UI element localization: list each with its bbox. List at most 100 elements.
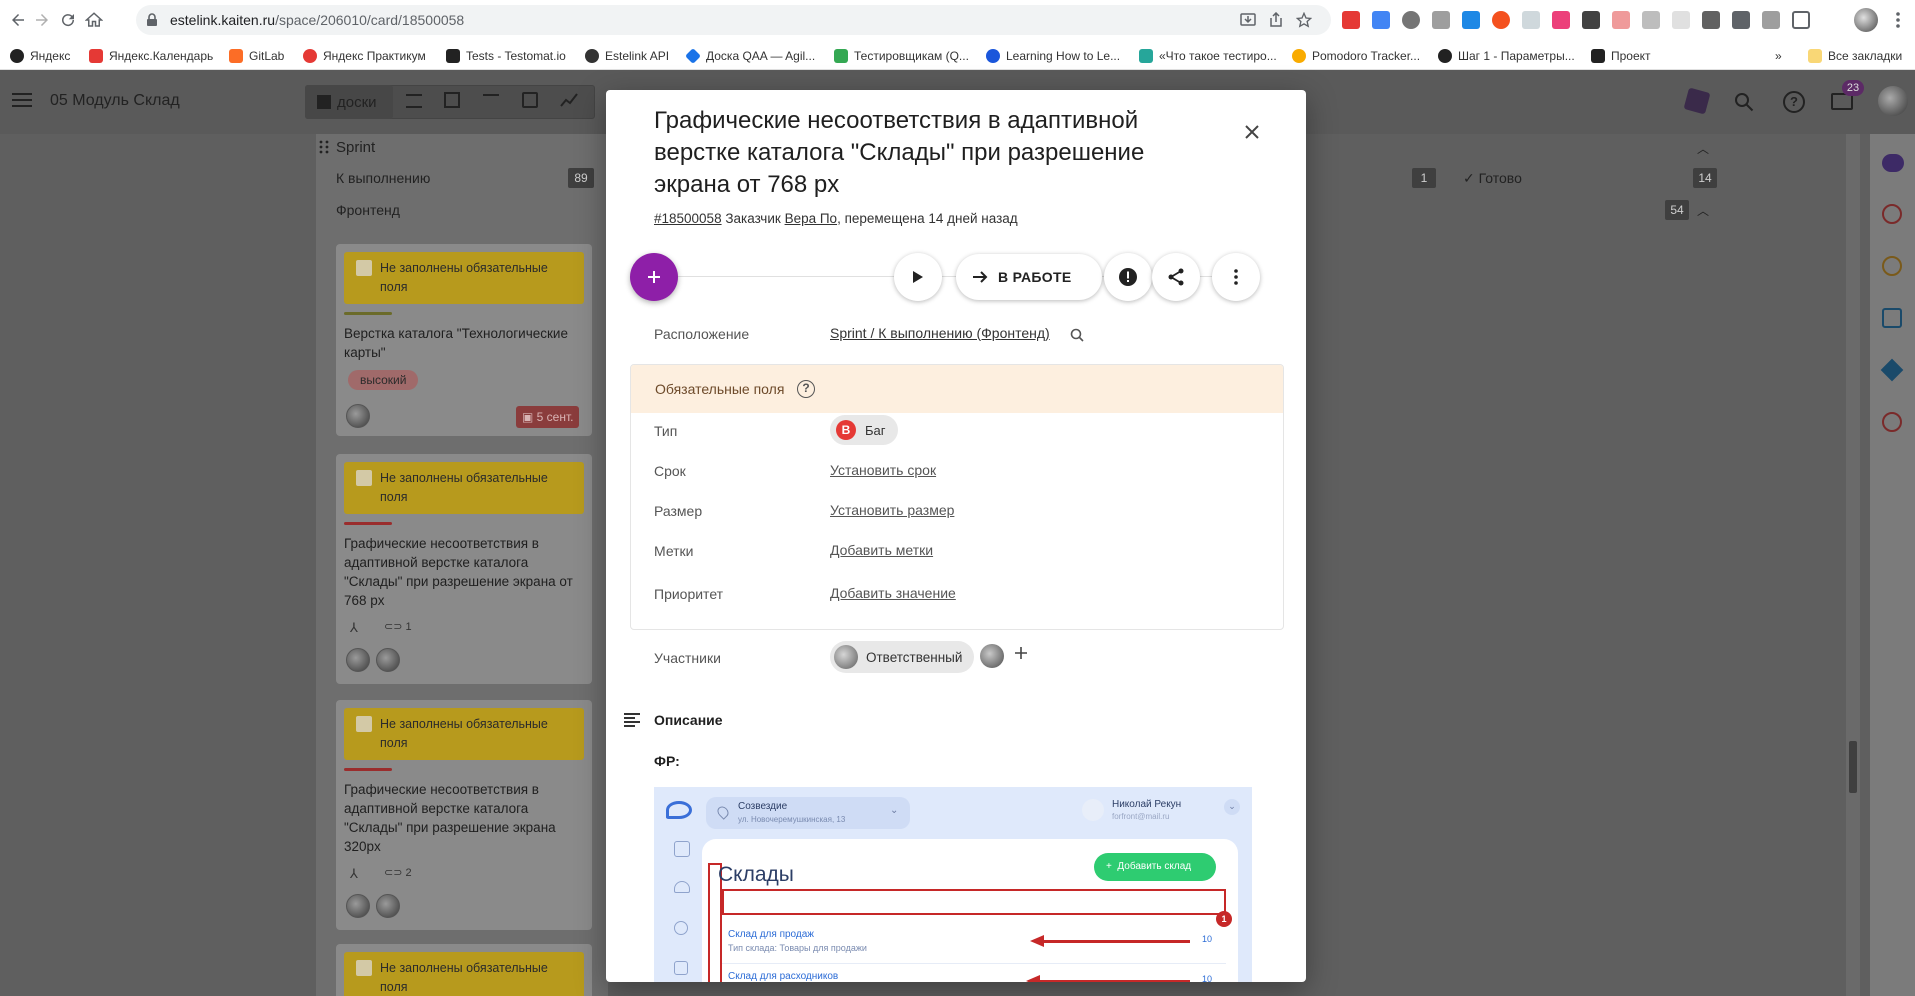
table-view-icon[interactable]	[444, 92, 460, 108]
address-bar[interactable]: estelink.kaiten.ru/space/206010/card/185…	[136, 5, 1331, 35]
check-icon: ✓	[1463, 170, 1479, 186]
annotation-arrowhead	[1026, 975, 1040, 982]
status-button[interactable]: В РАБОТЕ	[956, 254, 1102, 300]
bookmark-item[interactable]: Проект	[1591, 47, 1651, 65]
forward-icon[interactable]	[30, 8, 54, 32]
type-chip[interactable]: B Баг	[830, 415, 898, 445]
automation-icon[interactable]	[1880, 358, 1904, 382]
bookmark-item[interactable]: Learning How to Le...	[986, 47, 1120, 65]
members-icon[interactable]	[1882, 154, 1904, 172]
chrome-menu-icon[interactable]	[1886, 8, 1910, 32]
report-view-icon[interactable]	[560, 92, 578, 108]
color-extension-icon[interactable]	[1492, 11, 1510, 29]
extension-icon[interactable]	[1432, 11, 1450, 29]
annotation-arrow	[1038, 980, 1190, 982]
all-bookmarks[interactable]: Все закладки	[1808, 47, 1902, 65]
record-extension-icon[interactable]	[1402, 11, 1420, 29]
card-title: Графические несоответствия в адаптивной …	[344, 782, 556, 854]
timeline-view-icon[interactable]	[483, 94, 499, 106]
adblock-extension-icon[interactable]	[1342, 11, 1360, 29]
bookmark-favicon	[10, 49, 24, 63]
card-id-link[interactable]: #18500058	[654, 211, 722, 226]
add-participant-icon[interactable]	[1014, 646, 1028, 660]
sprint-label: Sprint	[336, 139, 376, 156]
play-button[interactable]	[894, 253, 942, 301]
reload-icon[interactable]	[56, 8, 80, 32]
search-icon[interactable]	[1070, 328, 1084, 342]
install-icon[interactable]	[1240, 12, 1256, 28]
customer-link[interactable]: Вера По	[785, 211, 838, 226]
drag-handle-icon[interactable]	[319, 140, 329, 154]
add-button[interactable]	[630, 253, 678, 301]
bookmark-item[interactable]: Тестировщикам (Q...	[834, 47, 969, 65]
block-button[interactable]	[1104, 253, 1152, 301]
board-card[interactable]: Не заполнены обязательные поля Графическ…	[336, 454, 592, 684]
blocked-icon[interactable]	[1882, 412, 1902, 432]
view-tab-boards[interactable]: доски	[305, 85, 393, 119]
collapse-lane-icon[interactable]: ︿	[1697, 202, 1709, 219]
extension-icon[interactable]	[1612, 11, 1630, 29]
bookmark-item[interactable]: Доска QAA — Agil...	[685, 47, 815, 65]
board-card[interactable]: Не заполнены обязательные поля Верстка к…	[336, 244, 592, 436]
board-card[interactable]: Не заполнены обязательные поля	[336, 944, 592, 996]
back-icon[interactable]	[6, 8, 30, 32]
media-list-icon[interactable]	[1762, 11, 1780, 29]
close-icon[interactable]	[1240, 120, 1264, 144]
bookmark-item[interactable]: Tests - Testomat.io	[446, 47, 566, 65]
extension-icon[interactable]	[1462, 11, 1480, 29]
history-icon[interactable]	[1882, 256, 1902, 276]
bookmarks-overflow[interactable]: »	[1775, 47, 1782, 65]
share-page-icon[interactable]	[1268, 12, 1284, 28]
collapse-sprint-icon[interactable]: ︿	[1697, 140, 1709, 157]
responsible-chip[interactable]: Ответственный	[830, 641, 975, 673]
bookmark-item[interactable]: Estelink API	[585, 47, 669, 65]
share-button[interactable]	[1152, 253, 1200, 301]
search-icon[interactable]	[1734, 92, 1754, 112]
bug-extension-icon[interactable]	[1702, 11, 1720, 29]
kaiten-logo-icon[interactable]	[1683, 87, 1711, 115]
site-info-icon[interactable]	[146, 13, 158, 27]
selenium-extension-icon[interactable]	[1582, 11, 1600, 29]
help-icon[interactable]: ?	[797, 380, 815, 398]
gradient-extension-icon[interactable]	[1552, 11, 1570, 29]
bookmark-item[interactable]: «Что такое тестиро...	[1139, 47, 1277, 65]
set-deadline-link[interactable]: Установить срок	[830, 462, 936, 478]
card-title-heading[interactable]: Графические несоответствия в адаптивной …	[654, 105, 1194, 201]
list-view-icon[interactable]	[406, 94, 422, 108]
board-scrollbar[interactable]	[1846, 134, 1860, 996]
set-size-link[interactable]: Установить размер	[830, 502, 954, 518]
bookmark-item[interactable]: Яндекс	[10, 47, 70, 65]
shield-extension-icon[interactable]	[1522, 11, 1540, 29]
profile-avatar[interactable]	[1854, 8, 1878, 32]
bookmark-item[interactable]: Шаг 1 - Параметры...	[1438, 47, 1575, 65]
add-tags-link[interactable]: Добавить метки	[830, 542, 933, 558]
menu-icon[interactable]	[12, 92, 32, 108]
board-card[interactable]: Не заполнены обязательные поля Графическ…	[336, 700, 592, 930]
location-link[interactable]: Sprint / К выполнению (Фронтенд)	[830, 325, 1050, 341]
bookmark-item[interactable]: Pomodoro Tracker...	[1292, 47, 1420, 65]
add-priority-link[interactable]: Добавить значение	[830, 585, 956, 601]
bookmark-item[interactable]: Яндекс Практикум	[303, 47, 426, 65]
nav-user-icon	[674, 921, 688, 935]
participant-avatar[interactable]	[980, 644, 1004, 668]
child-cards-icon: ⅄	[350, 620, 358, 635]
help-icon[interactable]: ?	[1783, 91, 1805, 113]
bookmark-item[interactable]: GitLab	[229, 47, 284, 65]
description-screenshot[interactable]: Созвездие ул. Новочеремушкинская, 13 ⌄ Н…	[654, 787, 1252, 982]
bookmark-item[interactable]: Яндекс.Календарь	[89, 47, 213, 65]
archive-icon[interactable]	[1882, 308, 1902, 328]
calendar-view-icon[interactable]	[522, 92, 538, 108]
extensions-puzzle-icon[interactable]	[1732, 11, 1750, 29]
extension-icon[interactable]	[1642, 11, 1660, 29]
bug-type-icon: B	[836, 420, 856, 440]
translate-extension-icon[interactable]	[1372, 11, 1390, 29]
extension-icon[interactable]	[1672, 11, 1690, 29]
app-logo-icon	[666, 801, 692, 819]
side-panel-icon[interactable]	[1792, 11, 1810, 29]
user-avatar[interactable]	[1878, 86, 1908, 116]
home-icon[interactable]	[82, 8, 106, 32]
more-button[interactable]	[1212, 253, 1260, 301]
timer-icon[interactable]	[1882, 204, 1902, 224]
scrollbar-thumb[interactable]	[1849, 741, 1857, 793]
bookmark-star-icon[interactable]	[1296, 12, 1312, 28]
